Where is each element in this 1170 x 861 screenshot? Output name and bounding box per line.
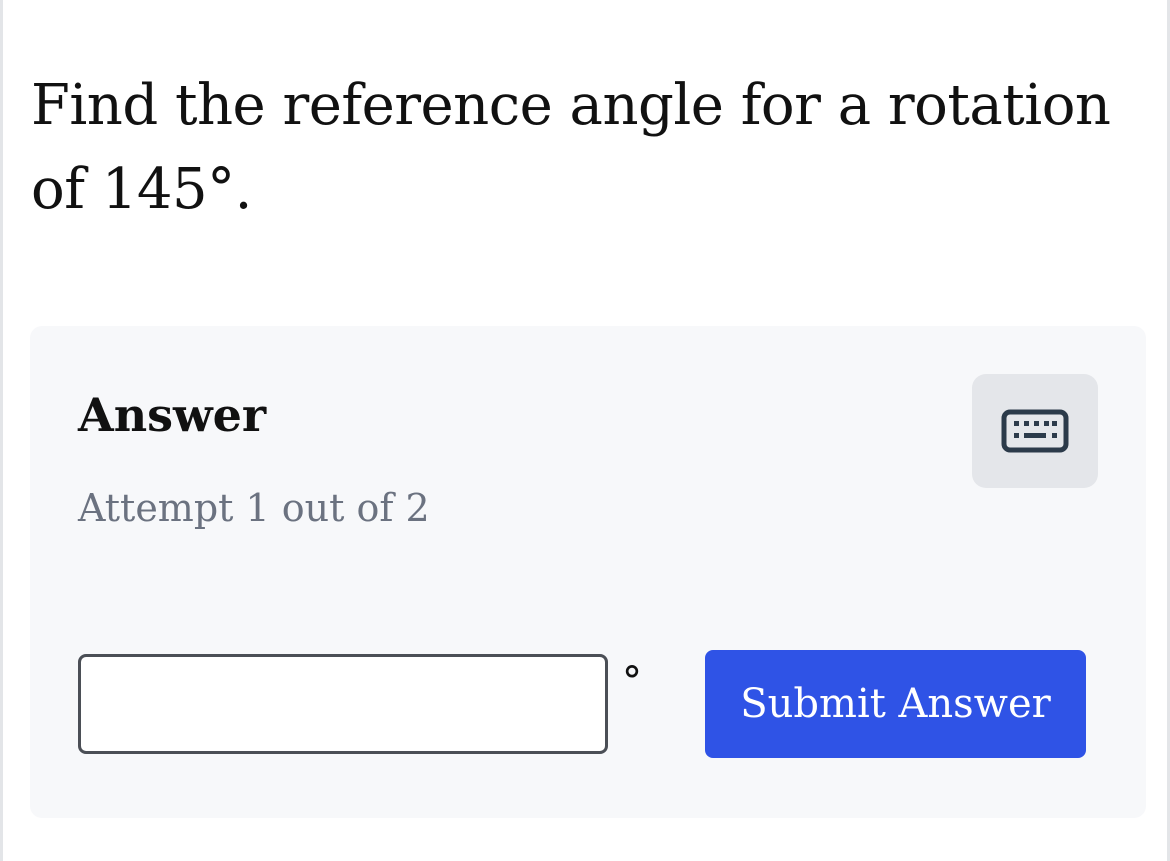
answer-panel: Answer Attempt 1 out of 2 ° Submit Answe… <box>30 326 1146 818</box>
answer-input[interactable] <box>78 654 608 754</box>
keyboard-toggle-button[interactable] <box>972 374 1098 488</box>
keyboard-icon <box>1001 409 1069 453</box>
page: Find the reference angle for a rotation … <box>0 0 1170 861</box>
degree-unit-label: ° <box>622 659 642 705</box>
submit-answer-button[interactable]: Submit Answer <box>705 650 1086 758</box>
attempt-counter: Attempt 1 out of 2 <box>78 486 430 530</box>
question-text: Find the reference angle for a rotation … <box>31 73 1111 222</box>
answer-heading: Answer <box>78 388 267 442</box>
